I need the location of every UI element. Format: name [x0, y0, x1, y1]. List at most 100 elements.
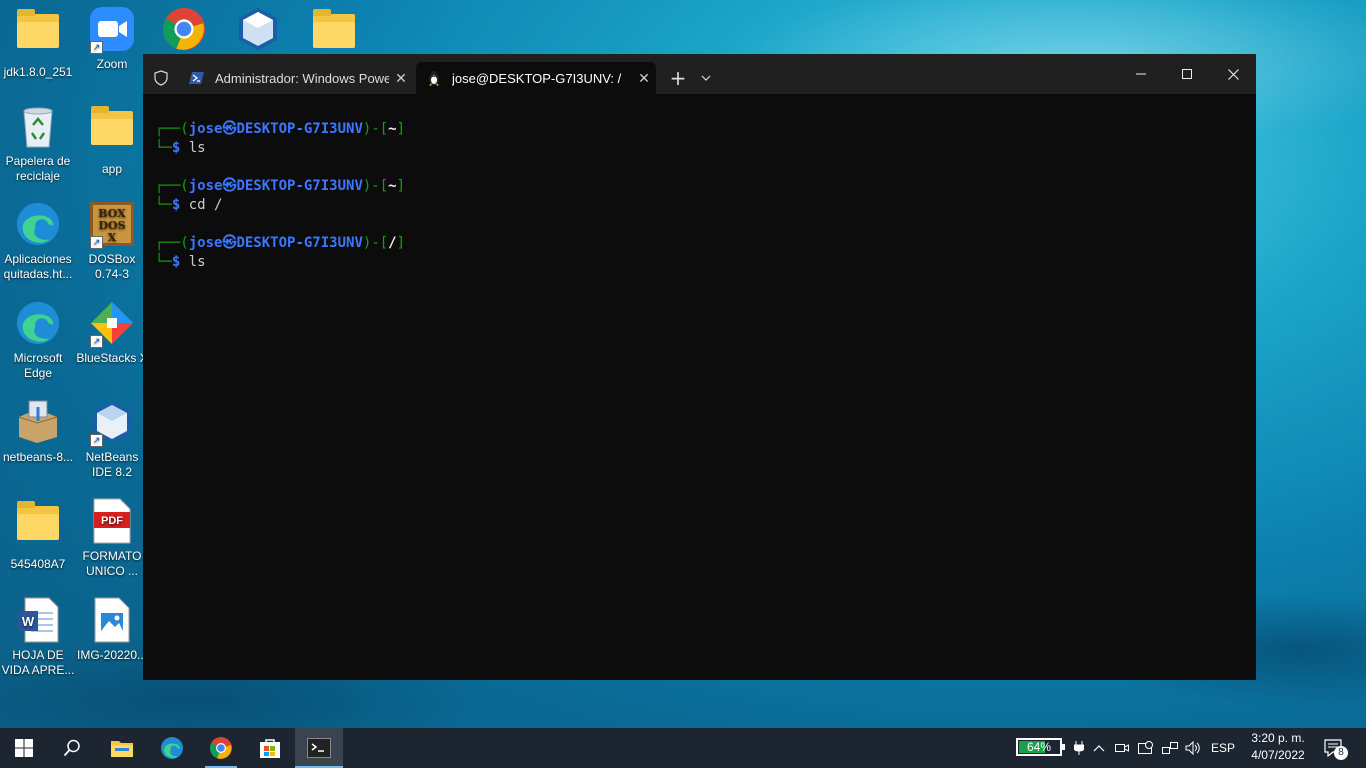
folder-icon [88, 106, 136, 159]
prompt-user: jose [188, 235, 223, 251]
prompt-block: ┌──(jose㉿DESKTOP-G7I3UNV)-[~] └─$ cd / [155, 177, 405, 215]
prompt-directory: ~ [388, 121, 397, 137]
system-tray: ESP [1070, 728, 1240, 768]
meet-now-icon[interactable] [1110, 742, 1134, 754]
linux-penguin-icon [426, 70, 442, 86]
prompt-dollar: $ [171, 140, 189, 156]
windows-terminal-window: Administrador: Windows Power ✕ jose@DESK… [143, 54, 1256, 680]
desktop-icon[interactable] [146, 6, 222, 57]
bluestacks-icon: ↗ [88, 300, 136, 348]
prompt-border: )-[ [362, 178, 389, 194]
terminal-output[interactable]: ┌──(jose㉿DESKTOP-G7I3UNV)-[~] └─$ ls ┌──(j… [155, 120, 405, 291]
desktop-icon[interactable]: app [74, 103, 150, 177]
language-indicator[interactable]: ESP [1206, 741, 1240, 755]
edge-icon [14, 300, 62, 348]
shield-icon[interactable] [149, 64, 173, 92]
desktop-icon[interactable]: Aplicaciones quitadas.ht... [0, 201, 76, 282]
desktop-icon[interactable]: jdk1.8.0_251 [0, 6, 76, 80]
prompt-host: DESKTOP-G7I3UNV [236, 178, 363, 194]
desktop-icon[interactable]: netbeans-8... [0, 399, 76, 465]
desktop-icon[interactable] [220, 6, 296, 57]
desktop-icon-label: FORMATO UNICO ... [82, 549, 142, 578]
taskbar-terminal[interactable] [295, 728, 343, 768]
taskbar-chrome[interactable] [197, 728, 245, 768]
recycle-bin-icon [14, 103, 62, 151]
desktop-icon-label: NetBeans IDE 8.2 [85, 450, 139, 479]
desktop-icon-label: Papelera de reciclaje [5, 154, 71, 183]
desktop-icon[interactable]: W HOJA DE VIDA APRE... [0, 597, 76, 678]
taskbar-store[interactable] [246, 728, 294, 768]
close-tab-icon[interactable]: ✕ [632, 70, 656, 87]
desktop-icon[interactable]: PDF FORMATO UNICO ... [74, 498, 150, 579]
desktop-icon[interactable]: BOX DOS X ↗ DOSBox 0.74-3 [74, 201, 150, 282]
chevron-down-icon [701, 75, 711, 81]
prompt-header-line: ┌──(jose㉿DESKTOP-G7I3UNV)-[~] [155, 177, 405, 196]
edge-icon [14, 201, 62, 249]
desktop-icon-label: BlueStacks X [76, 351, 148, 365]
search-button[interactable] [48, 728, 96, 768]
desktop-icon-label: HOJA DE VIDA APRE... [1, 648, 75, 677]
desktop-icon-label: Zoom [96, 57, 128, 71]
prompt-dollar: $ [171, 197, 189, 213]
taskbar: ESP 8 [0, 728, 1366, 768]
security-icon[interactable] [1134, 741, 1158, 755]
desktop-icon-label: jdk1.8.0_251 [3, 65, 73, 79]
new-tab-button[interactable]: + [665, 64, 691, 92]
notification-center-button[interactable]: 8 [1312, 728, 1356, 768]
taskbar-edge[interactable] [148, 728, 196, 768]
prompt-block: ┌──(jose㉿DESKTOP-G7I3UNV)-[~] └─$ ls [155, 120, 405, 158]
shortcut-arrow-icon: ↗ [90, 335, 103, 348]
desktop-icon[interactable]: IMG-20220... [74, 597, 150, 663]
tab-label: jose@DESKTOP-G7I3UNV: / [452, 70, 622, 86]
desktop-icon-label: DOSBox 0.74-3 [88, 252, 136, 281]
title-bar[interactable]: Administrador: Windows Power ✕ jose@DESK… [143, 54, 1256, 94]
desktop-icon[interactable]: ↗ BlueStacks X [74, 300, 150, 366]
desktop-icon[interactable]: 545408A7 [0, 498, 76, 572]
volume-icon[interactable] [1182, 741, 1206, 755]
prompt-separator-icon: ㉿ [222, 121, 237, 137]
desktop-icon-label: app [101, 162, 123, 176]
prompt-border: )-[ [362, 121, 389, 137]
tab-powershell[interactable]: Administrador: Windows Power ✕ [179, 62, 413, 94]
desktop-icon[interactable]: ↗ NetBeans IDE 8.2 [74, 399, 150, 480]
taskbar-file-explorer[interactable] [98, 728, 146, 768]
network-icon[interactable] [1158, 741, 1182, 755]
svg-text:X: X [108, 231, 117, 244]
shortcut-arrow-icon: ↗ [90, 236, 103, 249]
close-window-button[interactable] [1210, 54, 1256, 94]
prompt-host: DESKTOP-G7I3UNV [236, 121, 363, 137]
desktop-icon-label: 545408A7 [10, 557, 66, 571]
virtualbox-icon [234, 6, 282, 54]
command-text: cd / [188, 197, 223, 213]
prompt-separator-icon: ㉿ [222, 178, 237, 194]
prompt-separator-icon: ㉿ [222, 235, 237, 251]
desktop-icon[interactable]: Microsoft Edge [0, 300, 76, 381]
command-text: ls [188, 140, 206, 156]
prompt-command-line: └─$ ls [155, 253, 405, 272]
prompt-border: ┌──( [155, 121, 189, 137]
desktop-icon[interactable]: ↗ Zoom [74, 6, 150, 72]
battery-indicator[interactable]: 64% [1016, 738, 1065, 756]
tab-dropdown-button[interactable] [695, 64, 717, 92]
desktop-icon-label: netbeans-8... [2, 450, 74, 464]
folder-icon [14, 9, 62, 62]
terminal-icon [307, 738, 331, 758]
prompt-border: ] [396, 121, 406, 137]
minimize-button[interactable] [1118, 54, 1164, 94]
clock[interactable]: 3:20 p. m. 4/07/2022 [1244, 730, 1312, 764]
maximize-button[interactable] [1164, 54, 1210, 94]
power-plug-icon[interactable] [1070, 741, 1088, 755]
start-button[interactable] [0, 728, 48, 768]
close-tab-icon[interactable]: ✕ [389, 70, 413, 87]
prompt-dollar: $ [171, 254, 189, 270]
shortcut-arrow-icon: ↗ [90, 434, 103, 447]
desktop-icon-label: Aplicaciones quitadas.ht... [3, 252, 73, 281]
desktop-icon[interactable]: Papelera de reciclaje [0, 103, 76, 184]
search-icon [63, 739, 80, 757]
chevron-up-icon[interactable] [1088, 744, 1110, 752]
folder-icon [14, 501, 62, 554]
maximize-icon [1182, 69, 1192, 79]
dosbox-icon: BOX DOS X ↗ [88, 201, 136, 249]
prompt-border: ┌──( [155, 178, 189, 194]
tab-linux[interactable]: jose@DESKTOP-G7I3UNV: / ✕ [416, 62, 656, 94]
